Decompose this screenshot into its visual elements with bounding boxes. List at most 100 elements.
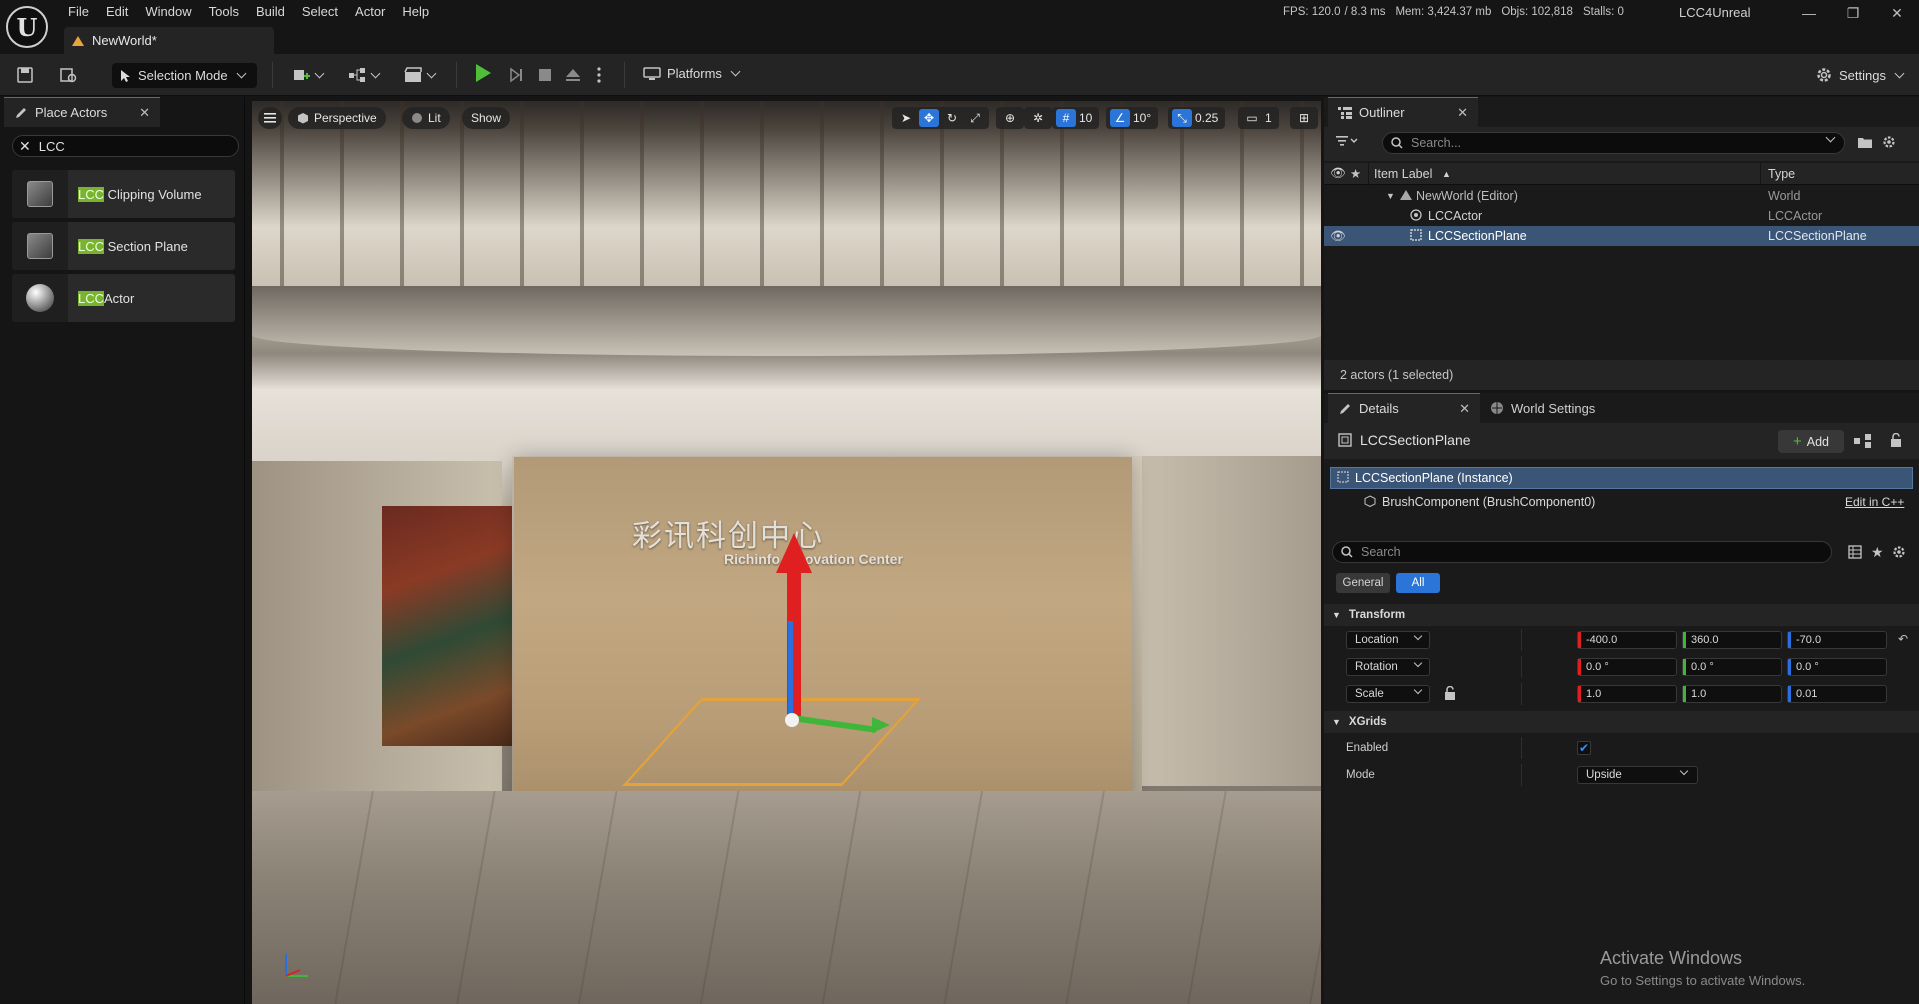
save-icon[interactable]	[14, 64, 36, 86]
outliner-row-lccsectionplane[interactable]: 👁 LCCSectionPlane LCCSectionPlane	[1324, 226, 1919, 246]
table-view-icon[interactable]	[1848, 545, 1862, 562]
actor-item-clipping-volume[interactable]: LCC Clipping Volume	[12, 170, 235, 218]
item-label-column-header[interactable]: Item Label	[1374, 167, 1432, 181]
select-tool-icon[interactable]: ➤	[896, 109, 916, 127]
unlock-ratio-icon[interactable]	[1444, 685, 1456, 703]
chevron-down-icon[interactable]	[1825, 132, 1836, 143]
close-tab-icon[interactable]: ✕	[1459, 401, 1470, 417]
camera-speed-button[interactable]: ▭ 1	[1238, 107, 1279, 129]
cinematics-icon[interactable]	[400, 64, 438, 86]
filter-all-button[interactable]: All	[1396, 573, 1440, 593]
gizmo-pivot[interactable]	[785, 713, 799, 727]
mode-dropdown[interactable]: Upside	[1577, 766, 1698, 784]
scale-mode-dropdown[interactable]: Scale	[1346, 685, 1430, 703]
lit-button[interactable]: Lit	[402, 107, 450, 129]
scale-tool-icon[interactable]: ⤢	[965, 109, 985, 127]
perspective-button[interactable]: Perspective	[288, 107, 386, 129]
type-column-header[interactable]: Type	[1768, 167, 1795, 181]
outliner-row-lccactor[interactable]: LCCActor LCCActor	[1324, 206, 1919, 226]
gear-icon[interactable]	[1892, 545, 1906, 562]
selection-mode-dropdown[interactable]: Selection Mode	[112, 63, 257, 88]
scale-y-field[interactable]: 1.0	[1682, 685, 1782, 703]
filter-general-button[interactable]: General	[1336, 573, 1390, 593]
minimize-button[interactable]: —	[1787, 0, 1831, 26]
more-options-icon[interactable]	[592, 64, 606, 86]
scale-x-field[interactable]: 1.0	[1577, 685, 1677, 703]
settings-dropdown[interactable]: Settings	[1815, 66, 1905, 84]
visibility-eye-icon[interactable]: 👁	[1330, 229, 1346, 244]
pin-column-icon[interactable]: ★	[1350, 166, 1361, 181]
level-viewport[interactable]: 彩讯科创中心 Richinfo Innovation Center Perspe…	[252, 101, 1321, 1004]
surface-snap-button[interactable]: ✲	[1024, 107, 1052, 129]
lock-icon[interactable]	[1890, 432, 1902, 450]
filter-icon[interactable]	[1336, 136, 1358, 151]
reset-to-default-icon[interactable]: ↶	[1898, 632, 1908, 646]
menu-build[interactable]: Build	[248, 0, 294, 24]
viewport-layout-button[interactable]: ⊞	[1290, 107, 1318, 129]
actor-item-lcc-actor[interactable]: LCCActor	[12, 274, 235, 322]
close-tab-icon[interactable]: ✕	[139, 105, 150, 121]
menu-file[interactable]: File	[60, 0, 98, 24]
enabled-checkbox[interactable]: ✔	[1577, 741, 1591, 755]
viewport-menu-button[interactable]	[258, 107, 282, 129]
location-z-field[interactable]: -70.0	[1787, 631, 1887, 649]
outliner-tab[interactable]: Outliner ✕	[1328, 97, 1478, 127]
close-tab-icon[interactable]: ✕	[1457, 105, 1468, 121]
outliner-search-input[interactable]: Search...	[1382, 132, 1845, 154]
expand-arrow-icon[interactable]: ▼	[1386, 191, 1395, 201]
add-folder-icon[interactable]	[1858, 136, 1872, 151]
translate-tool-icon[interactable]: ✥	[919, 109, 939, 127]
blueprint-icon[interactable]	[344, 64, 382, 86]
add-component-button[interactable]: + Add	[1778, 430, 1844, 453]
gizmo-z-arrow[interactable]	[776, 533, 812, 573]
selected-actor-name[interactable]: LCCSectionPlane	[1360, 432, 1471, 448]
scale-snap-button[interactable]: ⤡ 0.25	[1168, 107, 1226, 129]
rotation-z-field[interactable]: 0.0 °	[1787, 658, 1887, 676]
instance-row[interactable]: LCCSectionPlane (Instance)	[1330, 467, 1913, 489]
details-search-input[interactable]: Search	[1332, 541, 1832, 563]
location-mode-dropdown[interactable]: Location	[1346, 631, 1430, 649]
coordinate-system-button[interactable]: ⊕	[996, 107, 1024, 129]
grid-snap-button[interactable]: # 10	[1052, 107, 1100, 129]
menu-window[interactable]: Window	[137, 0, 200, 24]
step-forward-icon[interactable]	[506, 64, 526, 86]
unreal-logo[interactable]: U	[6, 6, 48, 48]
xgrids-section-header[interactable]: ▼ XGrids	[1324, 711, 1919, 733]
close-button[interactable]: ✕	[1875, 0, 1919, 26]
visibility-column-icon[interactable]: 👁	[1330, 166, 1346, 181]
add-actor-icon[interactable]	[288, 64, 326, 86]
rotation-snap-button[interactable]: ∠ 10°	[1106, 107, 1159, 129]
menu-select[interactable]: Select	[294, 0, 347, 24]
platforms-dropdown[interactable]: Platforms	[643, 66, 741, 81]
actor-search-input[interactable]: ✕ LCC	[12, 135, 239, 157]
menu-help[interactable]: Help	[394, 0, 438, 24]
menu-actor[interactable]: Actor	[347, 0, 394, 24]
world-settings-tab[interactable]: World Settings	[1490, 393, 1595, 423]
restore-button[interactable]: ❐	[1831, 0, 1875, 26]
location-y-field[interactable]: 360.0	[1682, 631, 1782, 649]
content-browser-icon[interactable]	[58, 64, 80, 86]
stop-icon[interactable]	[535, 64, 555, 86]
place-actors-tab[interactable]: Place Actors ✕	[4, 97, 160, 127]
play-button[interactable]	[476, 64, 491, 82]
rotation-x-field[interactable]: 0.0 °	[1577, 658, 1677, 676]
actor-item-section-plane[interactable]: LCC Section Plane	[12, 222, 235, 270]
level-tab[interactable]: NewWorld*	[64, 27, 274, 54]
menu-tools[interactable]: Tools	[201, 0, 248, 24]
gizmo-blue-axis[interactable]	[788, 621, 793, 716]
details-tab[interactable]: Details ✕	[1328, 393, 1480, 423]
eject-icon[interactable]	[562, 64, 584, 86]
clear-search-icon[interactable]: ✕	[19, 138, 31, 155]
scale-z-field[interactable]: 0.01	[1787, 685, 1887, 703]
rotate-tool-icon[interactable]: ↻	[942, 109, 962, 127]
edit-in-cpp-link[interactable]: Edit in C++	[1845, 495, 1904, 509]
location-x-field[interactable]: -400.0	[1577, 631, 1677, 649]
blueprint-convert-icon[interactable]	[1854, 434, 1872, 451]
gizmo-y-arrow[interactable]	[872, 717, 890, 733]
outliner-row-world[interactable]: ▼ NewWorld (Editor) World	[1324, 186, 1919, 206]
transform-section-header[interactable]: ▼ Transform	[1324, 604, 1919, 626]
gear-icon[interactable]	[1882, 135, 1896, 152]
rotation-mode-dropdown[interactable]: Rotation	[1346, 658, 1430, 676]
brush-component-row[interactable]: BrushComponent (BrushComponent0) Edit in…	[1330, 491, 1913, 513]
menu-edit[interactable]: Edit	[98, 0, 137, 24]
